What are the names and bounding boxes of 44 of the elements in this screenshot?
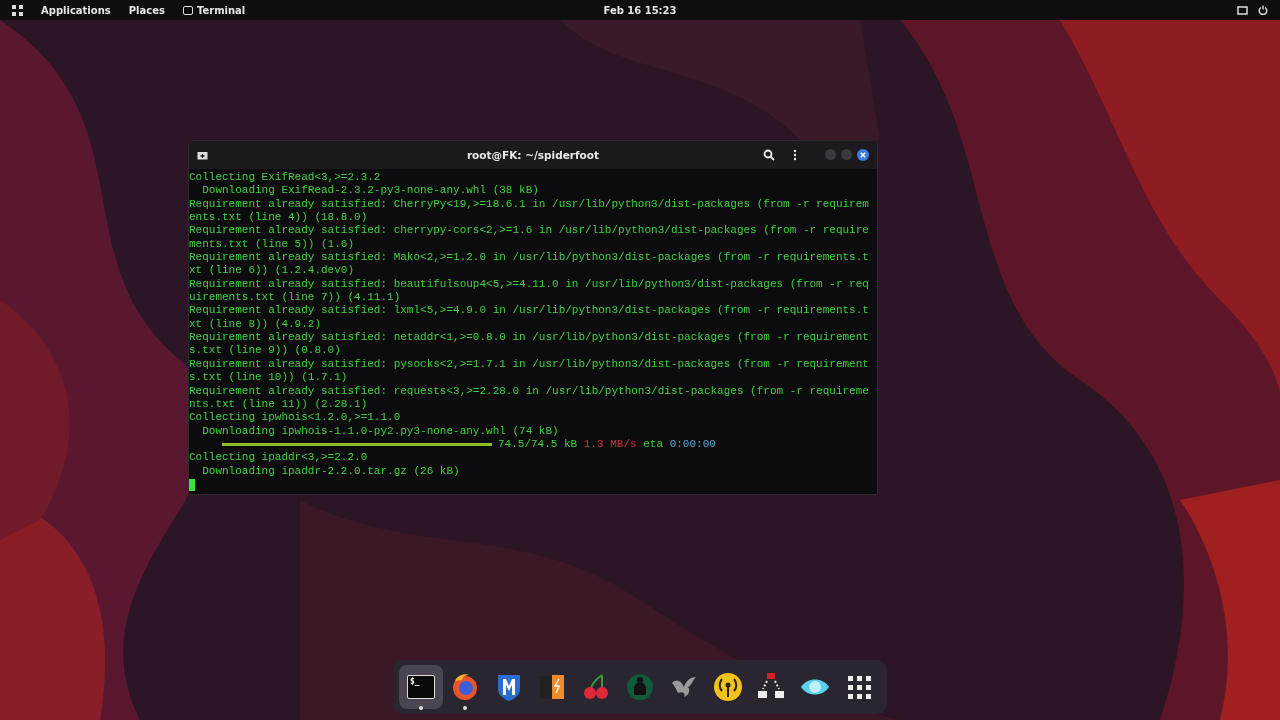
search-icon[interactable] — [763, 149, 775, 161]
terminal-line: Collecting ipaddr<3,>=2.2.0 — [189, 451, 368, 465]
terminal-line: Downloading ipwhois-1.1.0-py2.py3-none-any.whl (74 kB) — [201, 424, 559, 438]
menu-item[interactable]: Applications — [41, 4, 111, 16]
terminal-icon[interactable]: $_ — [406, 675, 435, 699]
terminal-line: Requirement already satisfied: requests<3,>=2.28.0 in /usr/lib/python3/dist-packages (from -r requireme — [189, 384, 869, 398]
terminal-line: Requirement already satisfied: Mako<2,>=1.2.0 in /usr/lib/python3/dist-packages (from -r requirements.t — [189, 251, 869, 265]
terminal-line: Requirement already satisfied: CherryPy<19,>=18.6.1 in /usr/lib/python3/dist-packages (from -r requirem — [189, 197, 869, 212]
terminal-line: Collecting ExifRead<3,>=2.3.2 — [189, 171, 381, 185]
dock-item[interactable]: $_ — [399, 665, 443, 709]
download-size: 74.5/74.5 kB — [498, 437, 578, 452]
download-speed: 1.3 MB/s — [583, 437, 637, 452]
terminal-line: Requirement already satisfied: beautifulsoup4<5,>=4.11.0 in /usr/lib/python3/dist-packages (from -r req — [189, 277, 869, 292]
eta-label: eta — [643, 437, 664, 452]
terminal-line: Downloading ipaddr-2.2.0.tar.gz (26 kB) — [201, 464, 460, 478]
window-title: root@FK: ~/spiderfoot — [466, 149, 600, 161]
terminal-line: Downloading ExifRead-2.3.2-py3-none-any.whl (38 kB) — [201, 184, 539, 198]
terminal-line: Requirement already satisfied: pysocks<2,>=1.7.1 in /usr/lib/python3/dist-packages (from -r requirement — [189, 357, 869, 372]
running-dot — [418, 706, 423, 710]
terminal-line: xt (line 6)) (1.2.4.dev0) — [189, 264, 355, 278]
text-cursor — [189, 478, 195, 491]
window-icon[interactable] — [1237, 5, 1248, 15]
menu-item[interactable]: Places — [128, 4, 165, 16]
terminal-line: Collecting ipwhois<1.2.0,>=1.1.0 — [189, 411, 401, 425]
power-icon[interactable] — [1258, 5, 1268, 15]
terminal-line: uirements.txt (line 7)) (4.11.1) — [189, 291, 401, 305]
menu-item[interactable]: Terminal — [196, 4, 246, 16]
terminal-line: Requirement already satisfied: cherrypy-cors<2,>=1.6 in /usr/lib/python3/dist-packages (from -r require — [189, 224, 869, 238]
terminal-line: nts.txt (line 11)) (2.28.1) — [189, 397, 368, 412]
eta-time: 0:00:00 — [669, 437, 716, 452]
close-button[interactable] — [857, 149, 869, 161]
terminal-icon — [182, 5, 193, 15]
terminal-line: ents.txt (line 4)) (18.8.0) — [189, 211, 368, 225]
app-grid-icon[interactable] — [12, 4, 23, 16]
terminal-line: s.txt (line 10)) (1.7.1) — [189, 371, 348, 385]
new-tab-icon[interactable] — [197, 150, 208, 160]
clock[interactable]: Feb 16 15:23 — [603, 4, 677, 16]
signal-icon[interactable] — [711, 671, 744, 703]
terminal-line: xt (line 8)) (4.9.2) — [189, 317, 322, 332]
terminal-line: Requirement already satisfied: netaddr<1,>=0.8.0 in /usr/lib/python3/dist-packages (from -r requirement — [189, 331, 869, 345]
terminal-line: Requirement already satisfied: lxml<5,>=4.9.0 in /usr/lib/python3/dist-packages (from -r requirements.t — [189, 304, 869, 318]
terminal-line: s.txt (line 9)) (0.8.0) — [189, 344, 341, 358]
running-dot — [462, 706, 467, 710]
terminal-line: ments.txt (line 5)) (1.6) — [189, 237, 355, 252]
